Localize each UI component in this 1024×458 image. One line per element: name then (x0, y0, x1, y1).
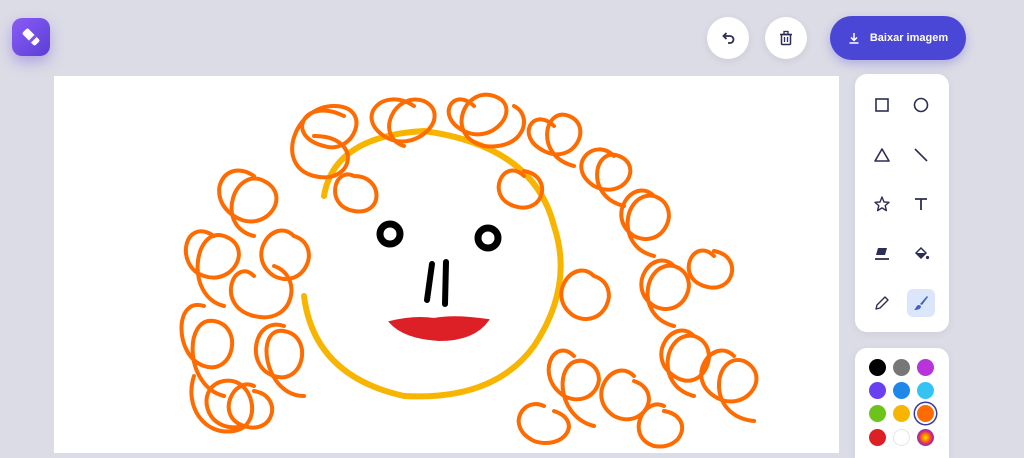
text-tool[interactable] (907, 190, 935, 218)
color-swatch[interactable] (893, 359, 910, 376)
pencil-icon (875, 296, 889, 310)
nose-stroke-right (442, 259, 449, 307)
custom-color-swatch[interactable] (917, 429, 934, 446)
app-logo (12, 18, 50, 56)
line-tool[interactable] (907, 141, 935, 169)
color-swatch[interactable] (869, 429, 886, 446)
undo-icon (722, 32, 735, 44)
color-swatch[interactable] (869, 359, 886, 376)
download-label: Baixar imagem (869, 32, 949, 44)
color-panel (855, 348, 949, 458)
tool-panel (855, 74, 949, 332)
fill-tool[interactable] (907, 240, 935, 268)
clear-button[interactable] (765, 17, 807, 59)
eraser-icon (875, 247, 889, 260)
triangle-tool[interactable] (868, 141, 896, 169)
trash-icon (780, 30, 792, 46)
drawing-canvas[interactable] (54, 76, 839, 453)
line-icon (914, 147, 928, 162)
hair-scribble (179, 92, 759, 449)
brush-icon (914, 296, 928, 310)
color-swatch[interactable] (893, 429, 910, 446)
eraser-tool[interactable] (868, 240, 896, 268)
color-swatch[interactable] (869, 382, 886, 399)
drawing (179, 92, 759, 449)
download-button[interactable]: Baixar imagem (830, 16, 966, 60)
circle-icon (913, 97, 929, 113)
undo-button[interactable] (707, 17, 749, 59)
pencil-tool[interactable] (868, 289, 896, 317)
color-swatch[interactable] (917, 382, 934, 399)
color-swatch[interactable] (893, 405, 910, 422)
text-icon (915, 198, 927, 210)
download-icon (849, 33, 859, 44)
paint-bucket-icon (914, 246, 930, 259)
pen-eraser-icon (22, 28, 40, 46)
color-swatch[interactable] (869, 405, 886, 422)
brush-tool[interactable] (907, 289, 935, 317)
color-swatch[interactable] (893, 382, 910, 399)
mouth (388, 316, 490, 342)
color-swatch[interactable] (917, 359, 934, 376)
circle-tool[interactable] (907, 91, 935, 119)
triangle-icon (874, 147, 890, 162)
rectangle-tool[interactable] (868, 91, 896, 119)
star-icon (874, 196, 890, 212)
nose-stroke-left (424, 261, 435, 303)
right-eye (474, 224, 502, 252)
square-icon (875, 98, 889, 112)
star-tool[interactable] (868, 190, 896, 218)
color-swatch[interactable] (917, 405, 934, 422)
left-eye (376, 220, 404, 248)
